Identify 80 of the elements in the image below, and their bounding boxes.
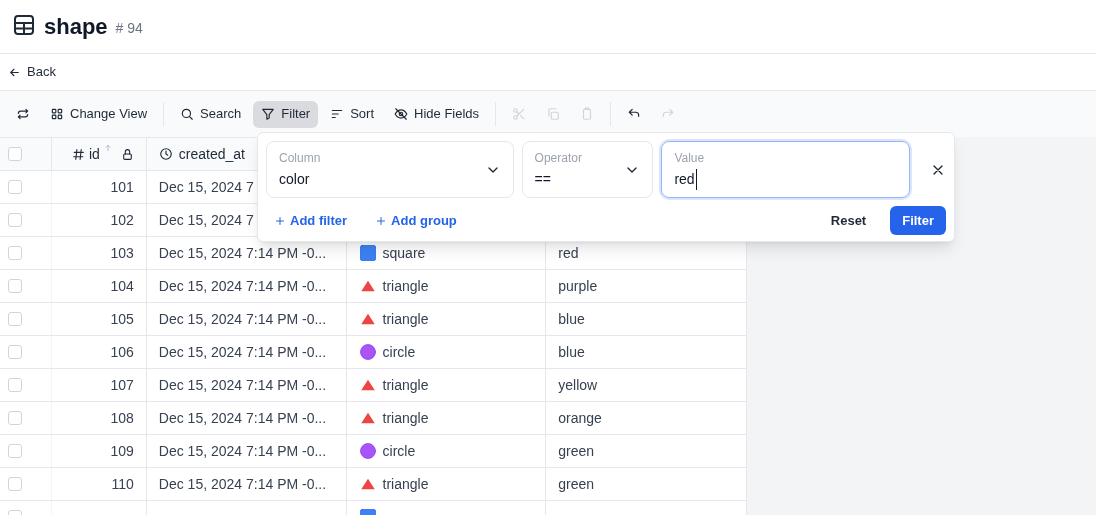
table-icon [12,12,36,37]
color-cell-text: blue [558,309,585,329]
date-cell-text: Dec 15, 2024 7 [158,177,254,197]
hide-button[interactable]: Hide Fields [386,100,488,128]
filter-button[interactable]: Filter [253,100,319,128]
value-field[interactable]: Value red [661,141,910,198]
reset-button[interactable]: Reset [818,206,879,235]
lock-icon [120,147,134,161]
shape-cell-text: circle [382,441,416,461]
sort-arrow-icon [103,143,112,153]
id-cell-text: 106 [110,342,134,362]
field-value: color [279,170,311,189]
date-cell-text: Dec 15, 2024 7:14 PM -0... [158,441,327,461]
color-cell-text: orange [558,408,602,428]
record-count: # 94 [115,19,143,38]
color-cell-text: green [558,441,595,461]
plus-icon [274,214,286,227]
shape-cell-text: triangle [382,474,429,494]
color-cell-text: green [558,474,595,494]
square-icon [358,244,377,262]
shape-cell-text: triangle [382,375,429,395]
color-cell-text: blue [558,342,585,362]
date-cell-text: Dec 15, 2024 7:14 PM -0... [158,342,327,362]
select-all-checkbox[interactable] [8,147,22,161]
date-cell-text: Dec 15, 2024 7 [158,210,254,230]
id-cell-text: 101 [110,177,134,197]
search-button[interactable]: Search [172,100,250,128]
row-checkbox[interactable] [8,279,22,293]
back-link[interactable]: Back [8,62,56,82]
row-checkbox[interactable] [8,246,22,260]
color-cell-text: yellow [558,375,598,395]
view-button[interactable]: Change View [42,100,156,128]
row-checkbox[interactable] [8,213,22,227]
row-checkbox[interactable] [8,180,22,194]
id-cell-text: 109 [110,441,134,461]
row-checkbox[interactable] [8,312,22,326]
date-cell-text: Dec 15, 2024 7:14 PM -0... [158,243,327,263]
id-cell-text: 110 [111,474,134,494]
row-checkbox[interactable] [8,477,22,491]
shape-cell-text: triangle [382,309,429,329]
field-label: Column [279,150,322,167]
plus-icon [375,214,388,227]
id-cell-text: 108 [110,408,134,428]
row-checkbox[interactable] [8,411,22,425]
date-cell-text: Dec 15, 2024 7:14 PM -0... [158,408,327,428]
add-filter-link[interactable]: Add filter [266,206,356,235]
date-cell-text: Dec 15, 2024 7:14 PM -0... [158,474,327,494]
shape-cell-text: triangle [382,408,429,428]
id-cell-text: 105 [110,309,134,329]
hash-icon [71,147,85,161]
clock-icon [158,147,173,161]
sort-button[interactable]: Sort [322,100,383,128]
field-value: red [674,169,697,190]
id-cell-text: 102 [110,210,134,230]
field-label: Operator [534,150,583,167]
circle-icon [358,343,377,361]
field-value: == [534,170,552,189]
row-checkbox[interactable] [8,444,22,458]
shape-cell-text: square [382,243,426,263]
id-cell-text: 103 [110,243,134,263]
field-label: Value [674,150,706,167]
row-checkbox[interactable] [8,345,22,359]
shape-cell-text: circle [382,342,416,362]
circle-icon [358,442,377,460]
color-cell-text: purple [558,276,598,296]
add-group-link[interactable]: Add group [367,206,465,235]
date-cell-text: Dec 15, 2024 7:14 PM -0... [158,276,327,296]
date-cell-text: Dec 15, 2024 7:14 PM -0... [158,309,327,329]
operator-field[interactable]: Operator == [521,141,654,198]
color-cell-text: red [558,243,579,263]
page-title: shape [44,13,108,41]
shape-cell-text: triangle [382,276,429,296]
column-field[interactable]: Column color [266,141,514,198]
date-cell-text: Dec 15, 2024 7:14 PM -0... [158,375,327,395]
filter-button[interactable]: Filter [890,206,946,235]
column-header: created_at [178,144,245,164]
id-cell-text: 107 [110,375,134,395]
column-header: id [88,144,100,164]
row-checkbox[interactable] [8,378,22,392]
id-cell-text: 104 [110,276,134,296]
